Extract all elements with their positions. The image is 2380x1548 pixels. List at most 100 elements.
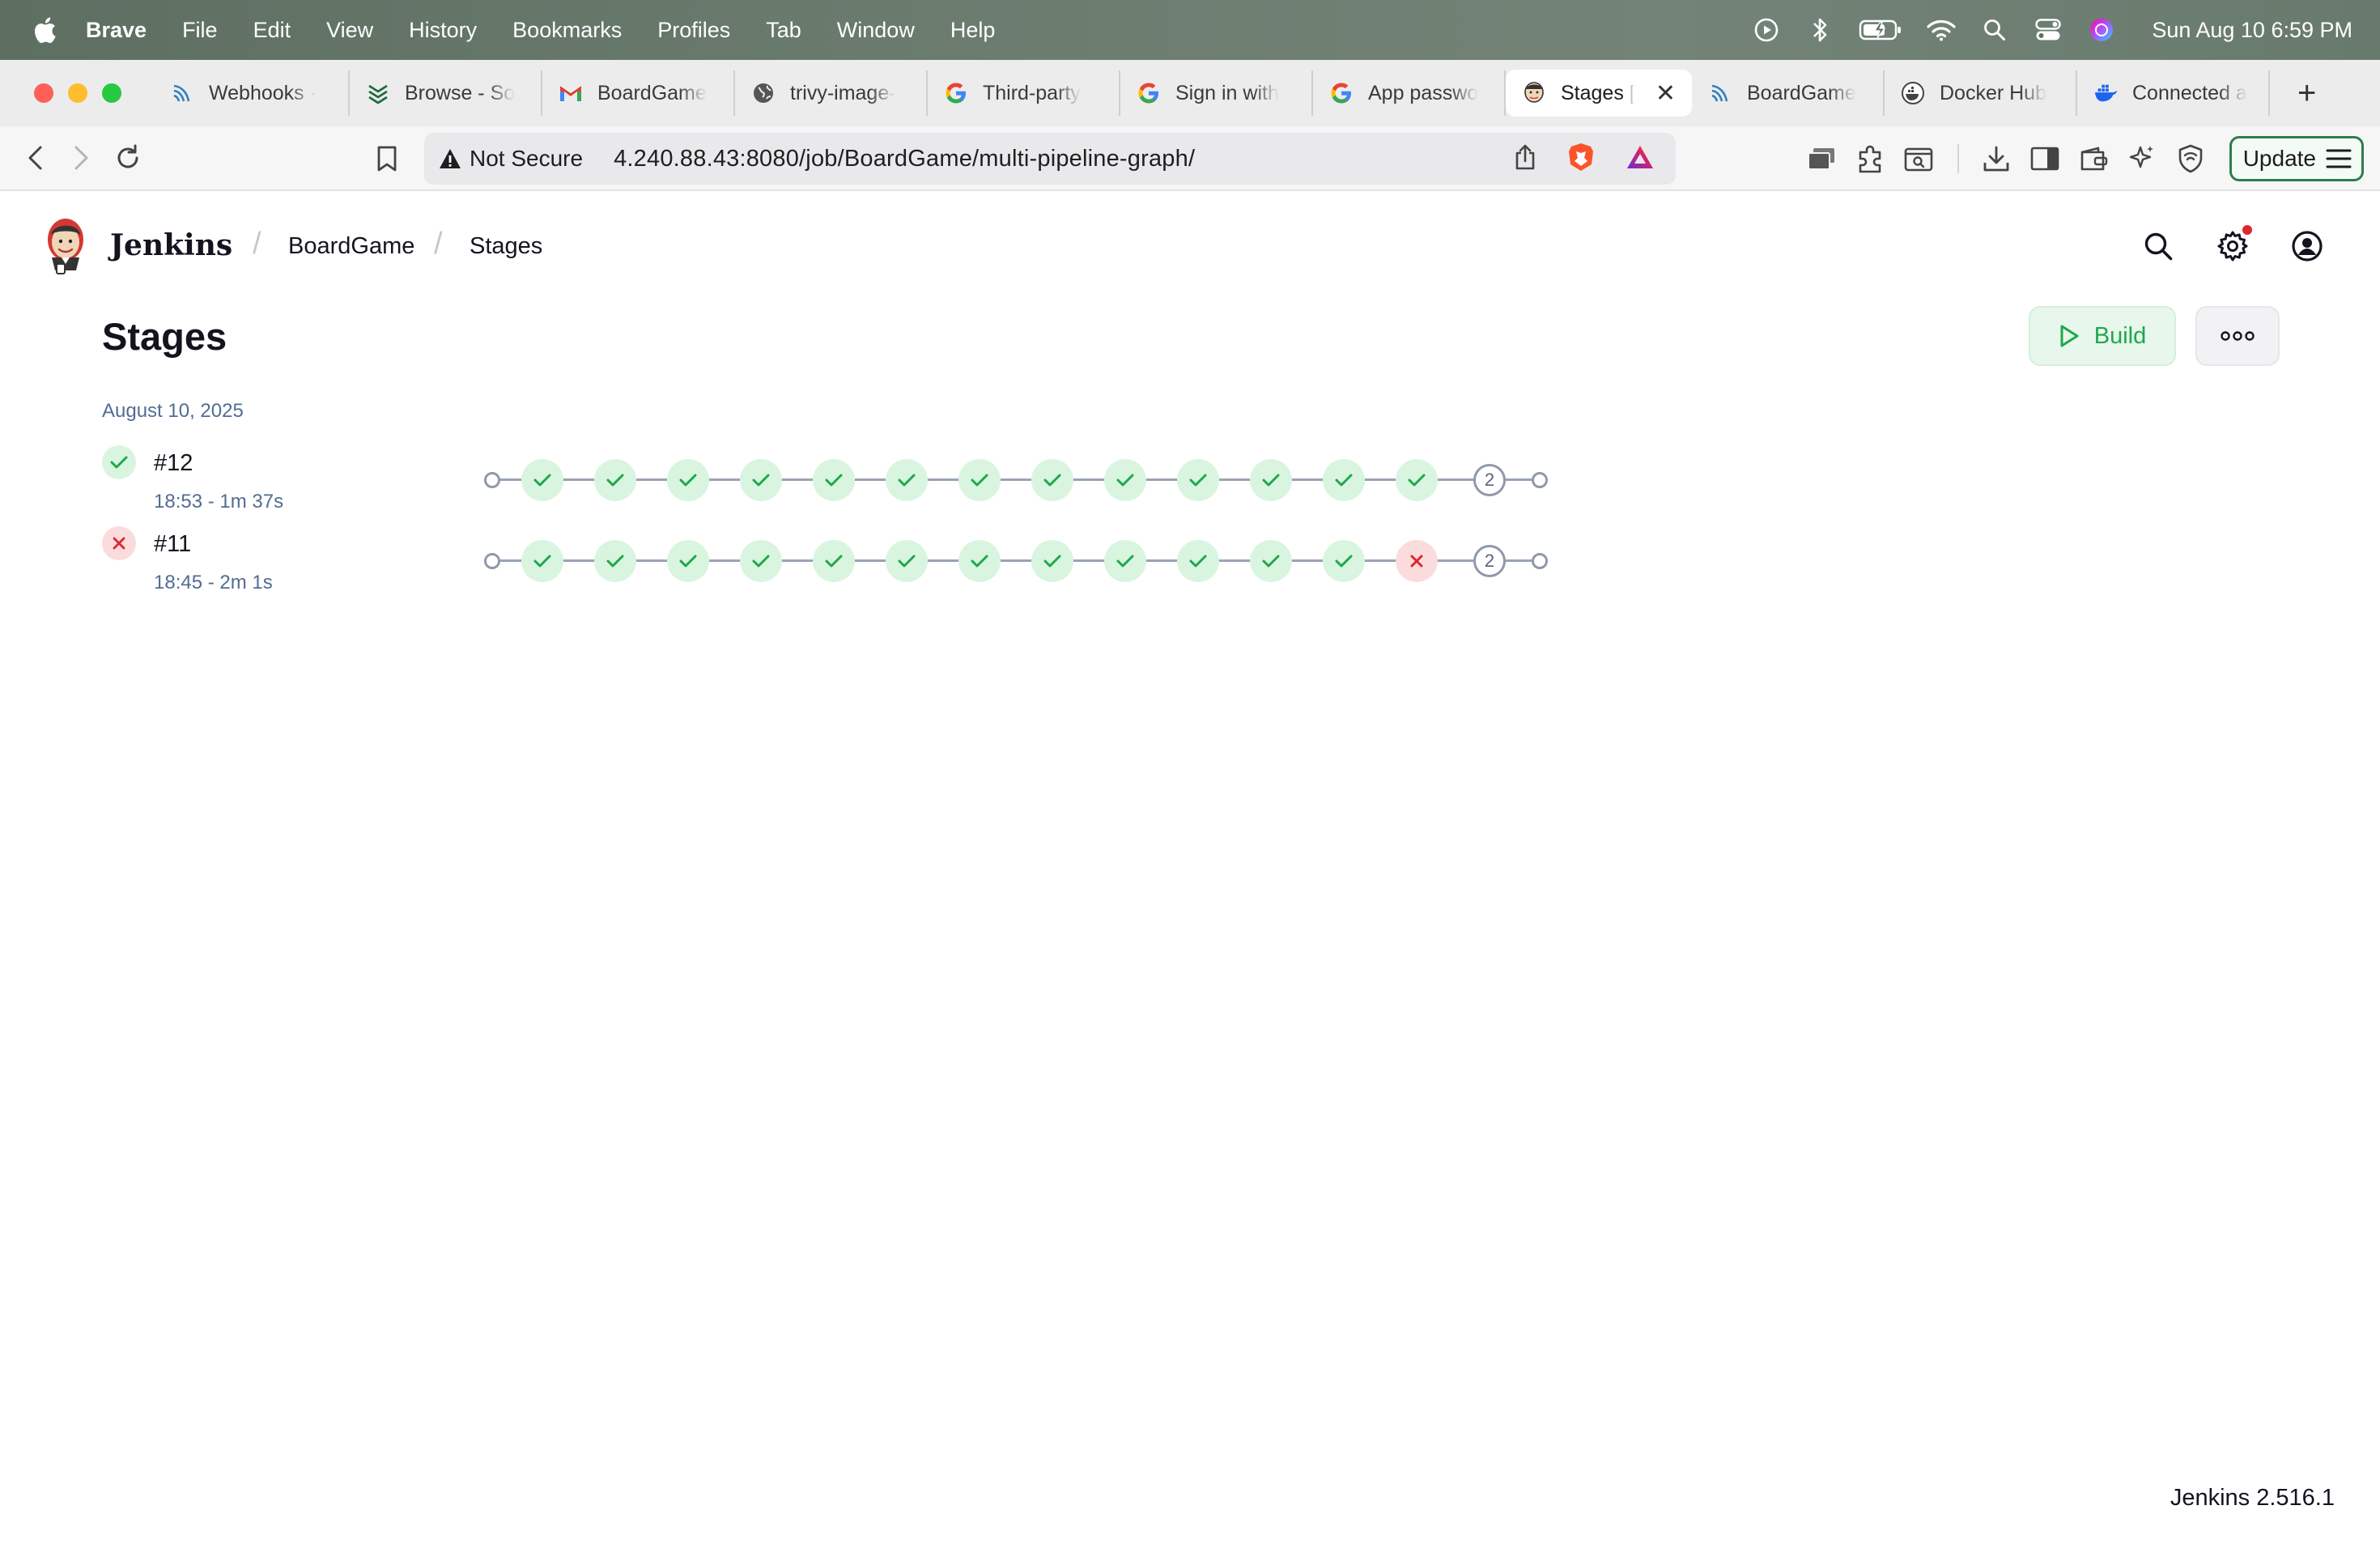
close-tab-icon[interactable]: ✕	[1655, 79, 1676, 108]
stage-success-node[interactable]	[740, 540, 782, 582]
tab-connected[interactable]: Connected a	[2077, 70, 2270, 116]
stage-success-node[interactable]	[1177, 540, 1219, 582]
menu-window[interactable]: Window	[837, 18, 915, 43]
stage-success-node[interactable]	[813, 540, 855, 582]
jenkins-brand[interactable]: Jenkins	[110, 228, 232, 262]
stage-success-node[interactable]	[1250, 540, 1292, 582]
stage-success-node[interactable]	[1031, 540, 1073, 582]
stage-success-node[interactable]	[958, 459, 1001, 501]
tab-webhooks[interactable]: Webhooks ·	[154, 70, 350, 116]
jenkins-icon	[1522, 81, 1546, 105]
more-actions-button[interactable]	[2195, 306, 2280, 366]
stage-success-node[interactable]	[886, 459, 928, 501]
zoom-window-button[interactable]	[102, 83, 121, 103]
back-button[interactable]	[18, 140, 53, 176]
menu-help[interactable]: Help	[950, 18, 996, 43]
jenkins-logo-icon[interactable]	[44, 215, 87, 275]
menu-file[interactable]: File	[182, 18, 218, 43]
menu-app-name[interactable]: Brave	[86, 18, 147, 43]
run-number-link[interactable]: #12	[154, 450, 193, 477]
tab-app-passwords[interactable]: App passwo	[1313, 70, 1506, 116]
page-title: Stages	[102, 315, 227, 358]
downloads-icon[interactable]	[1980, 142, 2012, 175]
play-circle-icon[interactable]	[1752, 15, 1781, 45]
menu-view[interactable]: View	[326, 18, 373, 43]
stage-success-node[interactable]	[1323, 540, 1365, 582]
tab-label: trivy-image-	[790, 81, 896, 104]
wifi-icon[interactable]	[1927, 15, 1956, 45]
collapsed-stages-count[interactable]: 2	[1473, 545, 1506, 577]
settings-gear-icon[interactable]	[2215, 225, 2252, 264]
extensions-icon[interactable]	[1854, 142, 1886, 175]
brave-shields-icon[interactable]	[1567, 142, 1595, 176]
brave-rewards-icon[interactable]	[1626, 144, 1655, 174]
stage-success-node[interactable]	[1396, 459, 1438, 501]
stage-success-node[interactable]	[667, 540, 709, 582]
stage-success-node[interactable]	[1031, 459, 1073, 501]
stage-success-node[interactable]	[1177, 459, 1219, 501]
stage-success-node[interactable]	[594, 540, 636, 582]
stage-success-node[interactable]	[1323, 459, 1365, 501]
tab-manager-icon[interactable]	[1805, 142, 1838, 175]
search-icon[interactable]	[2140, 228, 2176, 264]
bookmark-icon[interactable]	[369, 141, 405, 176]
stage-success-node[interactable]	[886, 540, 928, 582]
stage-success-node[interactable]	[740, 459, 782, 501]
tab-trivy[interactable]: trivy-image-	[735, 70, 928, 116]
breadcrumb-boardgame[interactable]: BoardGame	[288, 233, 414, 260]
tab-stages-active[interactable]: Stages [ ✕	[1506, 70, 1692, 117]
menu-edit[interactable]: Edit	[253, 18, 291, 43]
tab-third-party[interactable]: Third-party	[928, 70, 1120, 116]
webhooks-icon	[1708, 81, 1732, 105]
menubar-clock[interactable]: Sun Aug 10 6:59 PM	[2152, 18, 2352, 43]
wallet-icon[interactable]	[2077, 142, 2110, 175]
menu-profiles[interactable]: Profiles	[657, 18, 730, 43]
reader-mode-icon[interactable]	[1902, 142, 1935, 175]
address-bar[interactable]: Not Secure 4.240.88.43:8080/job/BoardGam…	[424, 133, 1676, 185]
apple-menu-icon[interactable]	[32, 15, 57, 45]
security-indicator[interactable]: Not Secure	[439, 146, 583, 172]
tab-boardgame-webhooks[interactable]: BoardGame	[1692, 70, 1885, 116]
window-controls	[34, 83, 121, 103]
share-icon[interactable]	[1514, 143, 1536, 175]
collapsed-stages-count[interactable]: 2	[1473, 464, 1506, 496]
tab-sonarqube[interactable]: Browse - So	[350, 70, 542, 116]
leo-ai-icon[interactable]	[2126, 142, 2158, 175]
forward-button[interactable]	[63, 140, 99, 176]
vpn-shield-icon[interactable]	[2174, 142, 2207, 175]
bluetooth-icon[interactable]	[1805, 15, 1834, 45]
minimize-window-button[interactable]	[68, 83, 87, 103]
tab-sign-in-with[interactable]: Sign in with	[1120, 70, 1313, 116]
build-button[interactable]: Build	[2029, 306, 2176, 366]
stage-success-node[interactable]	[521, 540, 563, 582]
jenkins-version[interactable]: Jenkins 2.516.1	[2170, 1485, 2335, 1512]
update-button[interactable]: Update	[2229, 136, 2364, 181]
tab-docker-hub[interactable]: Docker Hub	[1885, 70, 2077, 116]
sonarqube-icon	[366, 81, 390, 105]
menu-bookmarks[interactable]: Bookmarks	[512, 18, 622, 43]
stage-success-node[interactable]	[813, 459, 855, 501]
stage-success-node[interactable]	[594, 459, 636, 501]
battery-icon[interactable]	[1859, 15, 1902, 45]
stage-failure-node[interactable]	[1396, 540, 1438, 582]
tab-gmail-boardgame[interactable]: BoardGame	[542, 70, 735, 116]
stage-success-node[interactable]	[1250, 459, 1292, 501]
menu-history[interactable]: History	[409, 18, 477, 43]
stage-success-node[interactable]	[667, 459, 709, 501]
user-account-icon[interactable]	[2289, 228, 2325, 264]
url-text[interactable]: 4.240.88.43:8080/job/BoardGame/multi-pip…	[614, 146, 1195, 172]
stage-success-node[interactable]	[521, 459, 563, 501]
stage-success-node[interactable]	[1104, 459, 1146, 501]
stage-success-node[interactable]	[1104, 540, 1146, 582]
siri-icon[interactable]	[2087, 15, 2116, 45]
spotlight-search-icon[interactable]	[1980, 15, 2009, 45]
reload-button[interactable]	[110, 140, 146, 176]
control-center-icon[interactable]	[2034, 15, 2063, 45]
stage-success-node[interactable]	[958, 540, 1001, 582]
close-window-button[interactable]	[34, 83, 53, 103]
run-number-link[interactable]: #11	[154, 531, 191, 558]
menu-tab[interactable]: Tab	[766, 18, 801, 43]
sidebar-toggle-icon[interactable]	[2029, 142, 2061, 175]
breadcrumb-stages[interactable]: Stages	[470, 233, 542, 260]
new-tab-button[interactable]: +	[2297, 75, 2316, 112]
